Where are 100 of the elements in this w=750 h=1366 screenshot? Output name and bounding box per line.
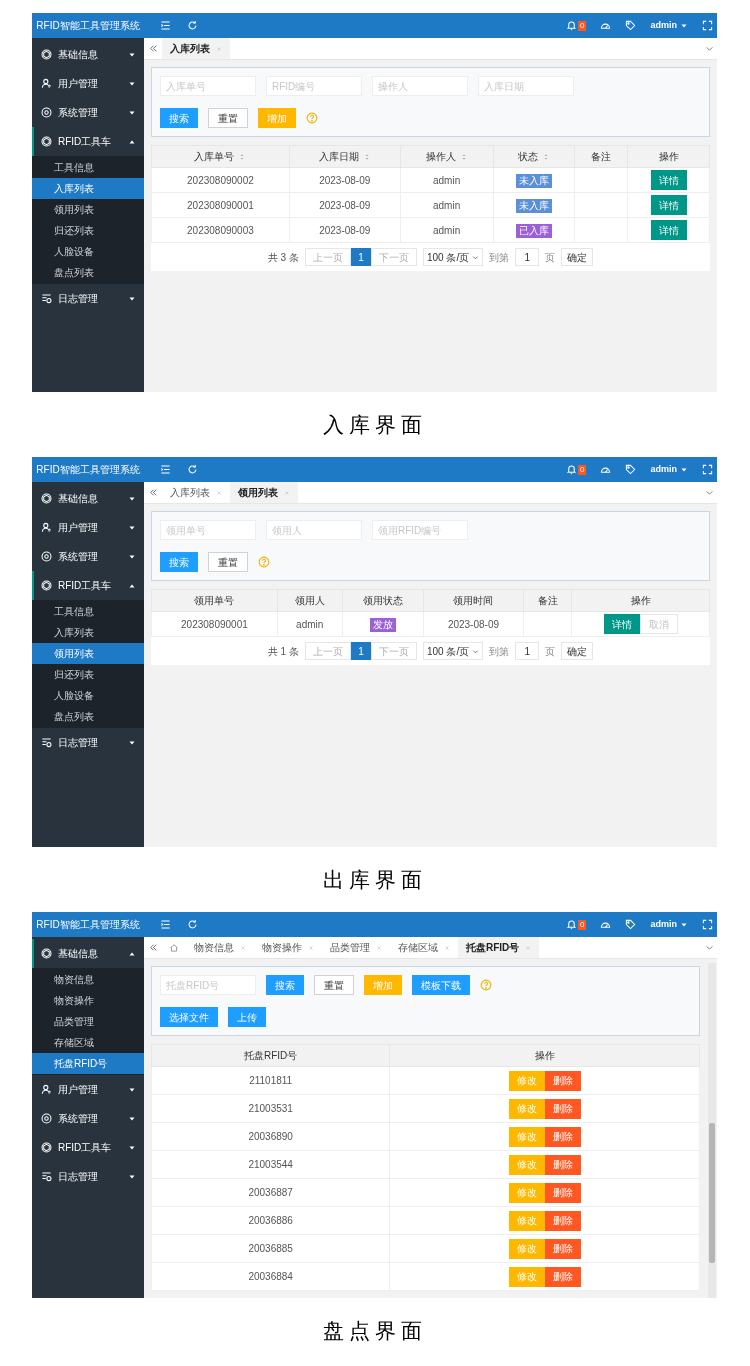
user-menu[interactable]: admin bbox=[650, 462, 688, 477]
sidebar-subitem[interactable]: 归还列表 bbox=[32, 220, 144, 241]
table-cell: 202308090002 bbox=[187, 174, 254, 186]
cube-icon bbox=[41, 136, 52, 147]
bell-icon[interactable] bbox=[566, 919, 578, 930]
page-button[interactable]: 1 bbox=[350, 642, 371, 660]
notification-badge: 0 bbox=[578, 20, 587, 31]
confirm-button[interactable]: 确定 bbox=[561, 248, 594, 266]
column-header: 托盘RFID号 bbox=[244, 1049, 298, 1063]
refresh-icon[interactable] bbox=[187, 919, 198, 930]
tag-icon[interactable] bbox=[625, 20, 637, 31]
app-title: RFID智能工具管理系统 bbox=[35, 463, 141, 477]
settings-icon bbox=[41, 107, 52, 118]
sidebar-item[interactable]: 日志管理 bbox=[32, 284, 144, 313]
row-action-button[interactable]: 详情 bbox=[650, 220, 687, 240]
sidebar-item[interactable]: 日志管理 bbox=[32, 1162, 144, 1191]
refresh-icon[interactable] bbox=[187, 464, 198, 475]
sidebar-subitem[interactable]: 人脸设备 bbox=[32, 241, 144, 262]
page-input[interactable]: 1 bbox=[515, 248, 540, 266]
sidebar-subitem[interactable]: 盘点列表 bbox=[32, 706, 144, 727]
settings-icon bbox=[41, 551, 52, 562]
sidebar-item[interactable]: 用户管理 bbox=[32, 1075, 144, 1104]
tab[interactable]: 托盘RFID号 bbox=[458, 937, 540, 958]
sidebar-subitem[interactable]: 存储区域 bbox=[32, 1032, 144, 1053]
scrollbar[interactable] bbox=[708, 963, 716, 1298]
chevron-down-icon[interactable] bbox=[704, 488, 714, 497]
toolbar-button[interactable]: 重置 bbox=[314, 975, 354, 995]
cube-icon bbox=[41, 49, 52, 60]
sidebar-subitem[interactable]: 工具信息 bbox=[32, 157, 144, 178]
sidebar-subitem[interactable]: 物资信息 bbox=[32, 969, 144, 990]
menu-icon[interactable] bbox=[160, 919, 171, 930]
log-list-icon bbox=[41, 737, 52, 748]
double-chevron-left-icon[interactable] bbox=[148, 44, 158, 53]
fullscreen-icon[interactable] bbox=[702, 919, 713, 930]
sidebar-item[interactable]: 基础信息 bbox=[32, 40, 144, 69]
sidebar-subitem[interactable]: 领用列表 bbox=[32, 643, 144, 664]
confirm-button[interactable]: 确定 bbox=[561, 642, 594, 660]
home-icon[interactable] bbox=[169, 942, 179, 953]
double-chevron-left-icon[interactable] bbox=[148, 943, 158, 952]
fullscreen-icon[interactable] bbox=[702, 464, 713, 475]
table-cell: 21003544 bbox=[248, 1159, 293, 1170]
user-menu[interactable]: admin bbox=[650, 18, 688, 33]
sidebar-item[interactable]: 用户管理 bbox=[32, 69, 144, 98]
sidebar-subitem[interactable]: 物资操作 bbox=[32, 990, 144, 1011]
column-header: 状态 bbox=[517, 150, 538, 164]
gauge-icon[interactable] bbox=[600, 919, 612, 930]
row-action-button[interactable]: 详情 bbox=[650, 195, 687, 215]
refresh-icon[interactable] bbox=[187, 20, 198, 31]
sidebar-item[interactable]: 系统管理 bbox=[32, 1104, 144, 1133]
gauge-icon[interactable] bbox=[600, 20, 612, 31]
sidebar-item[interactable]: RFID工具车 bbox=[32, 1133, 144, 1162]
row-action-button[interactable]: 详情 bbox=[603, 614, 640, 634]
sidebar-item[interactable]: 用户管理 bbox=[32, 513, 144, 542]
sidebar-item[interactable]: 基础信息 bbox=[32, 484, 144, 513]
sidebar-item[interactable]: 系统管理 bbox=[32, 98, 144, 127]
status-tag: 未入库 bbox=[515, 198, 552, 213]
chevron-down-icon[interactable] bbox=[704, 943, 714, 952]
table-cell: 20036886 bbox=[248, 1215, 293, 1226]
user-menu[interactable]: admin bbox=[650, 917, 688, 932]
toolbar-button[interactable]: 重置 bbox=[208, 108, 248, 128]
page-button[interactable]: 1 bbox=[350, 248, 371, 266]
tag-icon[interactable] bbox=[625, 464, 637, 475]
double-chevron-left-icon[interactable] bbox=[148, 488, 158, 497]
total-count: 共 1 条 bbox=[267, 644, 299, 659]
column-header: 备注 bbox=[591, 150, 612, 164]
sidebar-subitem[interactable]: 入库列表 bbox=[32, 622, 144, 643]
sidebar-subitem[interactable]: 领用列表 bbox=[32, 199, 144, 220]
tag-icon[interactable] bbox=[625, 919, 637, 930]
sidebar-subitem[interactable]: 品类管理 bbox=[32, 1011, 144, 1032]
row-action-button[interactable]: 详情 bbox=[650, 170, 687, 190]
page-size-select[interactable]: 100 条/页 bbox=[422, 248, 484, 266]
page-input[interactable]: 1 bbox=[515, 642, 540, 660]
tab[interactable]: 入库列表 bbox=[162, 38, 230, 59]
tab[interactable]: 领用列表 bbox=[230, 482, 298, 503]
gauge-icon[interactable] bbox=[600, 464, 612, 475]
status-tag: 已入库 bbox=[515, 223, 552, 238]
chevron-down-icon[interactable] bbox=[704, 44, 714, 53]
sidebar-subitem[interactable]: 托盘RFID号 bbox=[32, 1053, 144, 1074]
fullscreen-icon[interactable] bbox=[702, 20, 713, 31]
sidebar-subitem[interactable]: 人脸设备 bbox=[32, 685, 144, 706]
sidebar-item[interactable]: 系统管理 bbox=[32, 542, 144, 571]
settings-icon bbox=[41, 1113, 52, 1124]
sidebar-subitem[interactable]: 工具信息 bbox=[32, 601, 144, 622]
bell-icon[interactable] bbox=[566, 464, 578, 475]
chevron-down-icon bbox=[472, 647, 480, 655]
sidebar-subitem[interactable]: 归还列表 bbox=[32, 664, 144, 685]
page-size-select[interactable]: 100 条/页 bbox=[422, 642, 484, 660]
sidebar-subitem[interactable]: 盘点列表 bbox=[32, 262, 144, 283]
menu-icon[interactable] bbox=[160, 464, 171, 475]
sidebar-subitem[interactable]: 入库列表 bbox=[32, 178, 144, 199]
column-header: 操作人 bbox=[425, 150, 456, 164]
sidebar-item[interactable]: 日志管理 bbox=[32, 728, 144, 757]
toolbar-button[interactable]: 重置 bbox=[208, 552, 248, 572]
column-header: 领用人 bbox=[294, 594, 325, 608]
table-cell: admin bbox=[433, 174, 461, 186]
column-header: 备注 bbox=[537, 594, 558, 608]
column-header: 操作 bbox=[534, 1049, 555, 1063]
bell-icon[interactable] bbox=[566, 20, 578, 31]
caption: 出库界面 bbox=[323, 866, 427, 893]
menu-icon[interactable] bbox=[160, 20, 171, 31]
